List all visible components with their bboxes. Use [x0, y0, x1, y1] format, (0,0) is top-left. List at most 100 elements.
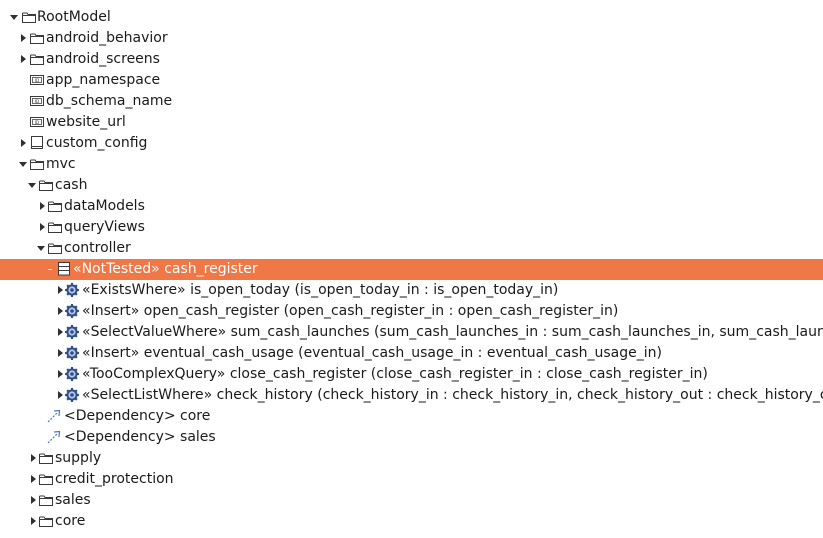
chevron-right-icon[interactable]: [29, 490, 39, 511]
tree-item-cash[interactable]: cash: [0, 175, 823, 196]
tree-item-label: «Insert» open_cash_register (open_cash_r…: [82, 301, 618, 322]
folder-icon: [48, 241, 62, 255]
gear-icon: [65, 304, 79, 318]
folder-icon: [30, 31, 44, 45]
tree-item-label: «SelectValueWhere» sum_cash_launches (su…: [82, 322, 823, 343]
chevron-down-icon[interactable]: [10, 7, 20, 28]
method-signature: eventual_cash_usage (eventual_cash_usage…: [143, 345, 662, 361]
tree-item-android-behavior[interactable]: android_behavior: [0, 28, 823, 49]
chevron-right-icon[interactable]: [38, 196, 48, 217]
tree-item-label: <Dependency> core: [64, 408, 211, 424]
chevron-right-icon[interactable]: [29, 511, 39, 532]
chevron-down-icon[interactable]: [28, 175, 38, 196]
gear-icon: [65, 388, 79, 402]
attribute-icon: [30, 94, 44, 108]
chevron-right-icon[interactable]: [19, 133, 29, 154]
dependency-icon: [47, 409, 61, 423]
folder-icon: [39, 472, 53, 486]
tree-item-label: custom_config: [46, 135, 148, 151]
tree-item-method[interactable]: «Insert» eventual_cash_usage (eventual_c…: [0, 343, 823, 364]
stereotype-label: «Insert»: [82, 345, 140, 361]
dependency-icon: [47, 430, 61, 444]
tree-item-label: cash: [55, 177, 88, 193]
chevron-right-icon[interactable]: [29, 448, 39, 469]
tree-item-website-url[interactable]: website_url: [0, 112, 823, 133]
folder-icon: [39, 514, 53, 528]
stereotype-label: «SelectValueWhere»: [82, 324, 227, 340]
tree-item-method[interactable]: «ExistsWhere» is_open_today (is_open_tod…: [0, 280, 823, 301]
class-icon: [57, 262, 71, 276]
tree-item-core[interactable]: core: [0, 511, 823, 532]
chevron-down-icon[interactable]: [19, 154, 29, 175]
folder-icon: [39, 178, 53, 192]
method-signature: close_cash_register (close_cash_register…: [229, 366, 708, 382]
tree-item-controller[interactable]: controller: [0, 238, 823, 259]
tree-item-label: android_screens: [46, 51, 160, 67]
gear-icon: [65, 325, 79, 339]
tree-item-label: «TooComplexQuery» close_cash_register (c…: [82, 364, 708, 385]
tree-item-method[interactable]: «SelectValueWhere» sum_cash_launches (su…: [0, 322, 823, 343]
tree-item-dependency[interactable]: <Dependency> sales: [0, 427, 823, 448]
chevron-right-icon[interactable]: [19, 28, 29, 49]
method-signature: is_open_today (is_open_today_in : is_ope…: [190, 282, 559, 298]
tree-item-method[interactable]: «Insert» open_cash_register (open_cash_r…: [0, 301, 823, 322]
method-signature: check_history (check_history_in : check_…: [216, 387, 823, 403]
tree-item-label: «NotTested» cash_register: [73, 259, 258, 280]
gear-icon: [65, 346, 79, 360]
folder-icon: [22, 10, 36, 24]
chevron-right-icon[interactable]: [19, 49, 29, 70]
gear-icon: [65, 283, 79, 297]
config-icon: [30, 136, 44, 150]
method-signature: open_cash_register (open_cash_register_i…: [143, 303, 619, 319]
tree-item-custom-config[interactable]: custom_config: [0, 133, 823, 154]
folder-icon: [39, 451, 53, 465]
tree-item-cash-register[interactable]: «NotTested» cash_register: [0, 259, 823, 280]
folder-icon: [39, 493, 53, 507]
chevron-right-icon[interactable]: [29, 469, 39, 490]
tree-item-label: website_url: [46, 114, 126, 130]
tree-item-queryviews[interactable]: queryViews: [0, 217, 823, 238]
chevron-down-icon[interactable]: [37, 238, 47, 259]
tree-item-label: <Dependency> sales: [64, 429, 216, 445]
folder-icon: [30, 52, 44, 66]
tree-item-db-schema-name[interactable]: db_schema_name: [0, 91, 823, 112]
tree-item-label: queryViews: [64, 219, 145, 235]
tree-item-method[interactable]: «TooComplexQuery» close_cash_register (c…: [0, 364, 823, 385]
tree-item-label: supply: [55, 450, 102, 466]
tree-item-dependency[interactable]: <Dependency> core: [0, 406, 823, 427]
tree-item-label: credit_protection: [55, 471, 174, 487]
tree-item-mvc[interactable]: mvc: [0, 154, 823, 175]
attribute-icon: [30, 73, 44, 87]
tree-item-label: RootModel: [37, 9, 111, 25]
folder-icon: [48, 220, 62, 234]
folder-icon: [30, 157, 44, 171]
tree-item-method[interactable]: «SelectListWhere» check_history (check_h…: [0, 385, 823, 406]
tree-item-android-screens[interactable]: android_screens: [0, 49, 823, 70]
chevron-right-icon[interactable]: [38, 217, 48, 238]
model-tree: RootModel android_behavior android_scree…: [0, 7, 823, 532]
stereotype-label: «TooComplexQuery»: [82, 366, 226, 382]
tree-item-supply[interactable]: supply: [0, 448, 823, 469]
tree-item-label: «ExistsWhere» is_open_today (is_open_tod…: [82, 280, 558, 301]
tree-item-label: core: [55, 513, 86, 529]
tree-item-label: sales: [55, 492, 91, 508]
method-signature: sum_cash_launches (sum_cash_launches_in …: [230, 324, 823, 340]
tree-item-app-namespace[interactable]: app_namespace: [0, 70, 823, 91]
gear-icon: [65, 367, 79, 381]
tree-item-label: app_namespace: [46, 72, 161, 88]
tree-item-label: mvc: [46, 156, 76, 172]
tree-item-label: db_schema_name: [46, 93, 173, 109]
tree-item-label: dataModels: [64, 198, 145, 214]
tree-item-credit-protection[interactable]: credit_protection: [0, 469, 823, 490]
tree-item-label: controller: [64, 240, 131, 256]
tree-item-rootmodel[interactable]: RootModel: [0, 7, 823, 28]
tree-item-label: «SelectListWhere» check_history (check_h…: [82, 385, 823, 406]
stereotype-label: «NotTested»: [73, 261, 160, 277]
tree-item-label: android_behavior: [46, 30, 168, 46]
tree-item-label: «Insert» eventual_cash_usage (eventual_c…: [82, 343, 662, 364]
folder-icon: [48, 199, 62, 213]
tree-item-datamodels[interactable]: dataModels: [0, 196, 823, 217]
tree-item-sales[interactable]: sales: [0, 490, 823, 511]
collapse-icon[interactable]: [46, 259, 56, 280]
stereotype-label: «SelectListWhere»: [82, 387, 213, 403]
